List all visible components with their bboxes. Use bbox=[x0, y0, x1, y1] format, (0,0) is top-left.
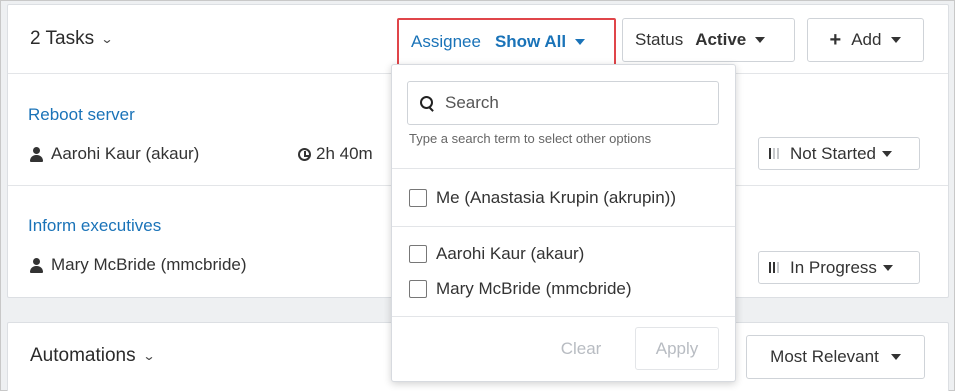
checkbox[interactable] bbox=[409, 245, 427, 263]
tasks-title: 2 Tasks bbox=[30, 28, 95, 49]
clock-icon bbox=[298, 147, 311, 161]
assignee-option[interactable]: Aarohi Kaur (akaur) bbox=[409, 244, 584, 264]
tasks-count-toggle[interactable]: 2 Tasks ⌄ bbox=[30, 28, 114, 50]
assignee-search-input[interactable] bbox=[445, 93, 705, 113]
status-filter-label: Status bbox=[635, 30, 684, 49]
search-hint: Type a search term to select other optio… bbox=[409, 131, 652, 146]
search-icon bbox=[420, 96, 434, 110]
task-assignee-name: Mary McBride (mmcbride) bbox=[51, 255, 247, 274]
assignee-search-box[interactable] bbox=[407, 81, 719, 125]
caret-down-icon bbox=[575, 39, 586, 45]
task-assignee: Aarohi Kaur (akaur) bbox=[30, 144, 199, 164]
task-title-link[interactable]: Inform executives bbox=[28, 216, 161, 236]
add-button[interactable]: + Add bbox=[807, 18, 924, 62]
assignee-option-me[interactable]: Me (Anastasia Krupin (akrupin)) bbox=[409, 188, 676, 208]
status-filter-value: Active bbox=[695, 30, 747, 49]
assignee-filter-value: Show All bbox=[494, 32, 567, 51]
task-assignee: Mary McBride (mmcbride) bbox=[30, 255, 247, 275]
status-bars-icon bbox=[769, 148, 779, 159]
automations-title: Automations bbox=[30, 345, 136, 366]
assignee-filter-label: Assignee bbox=[411, 32, 481, 51]
status-bars-icon bbox=[769, 262, 779, 273]
divider bbox=[392, 168, 735, 169]
checkbox[interactable] bbox=[409, 280, 427, 298]
plus-icon: + bbox=[829, 29, 842, 51]
caret-down-icon bbox=[891, 37, 902, 43]
sort-value: Most Relevant bbox=[770, 347, 879, 366]
clear-button[interactable]: Clear bbox=[543, 327, 619, 370]
user-icon bbox=[30, 257, 43, 273]
user-icon bbox=[30, 146, 43, 162]
task-time-value: 2h 40m bbox=[316, 144, 373, 163]
task-time: 2h 40m bbox=[298, 144, 373, 164]
task-status-value: In Progress bbox=[790, 257, 877, 277]
task-title-link[interactable]: Reboot server bbox=[28, 105, 135, 125]
task-status-dropdown[interactable]: In Progress bbox=[758, 251, 920, 284]
chevron-down-icon: ⌄ bbox=[100, 32, 114, 46]
automations-toggle[interactable]: Automations ⌄ bbox=[30, 345, 156, 367]
option-label: Me (Anastasia Krupin (akrupin)) bbox=[436, 188, 676, 207]
caret-down-icon bbox=[755, 37, 766, 43]
add-button-label: Add bbox=[851, 30, 882, 49]
task-status-dropdown[interactable]: Not Started bbox=[758, 137, 920, 170]
assignee-dropdown-menu: Type a search term to select other optio… bbox=[391, 64, 736, 382]
option-label: Mary McBride (mmcbride) bbox=[436, 279, 632, 298]
divider bbox=[392, 226, 735, 227]
caret-down-icon bbox=[890, 354, 901, 360]
app-frame: 2 Tasks ⌄ Assignee Show All Status Activ… bbox=[0, 0, 955, 391]
sort-dropdown[interactable]: Most Relevant bbox=[746, 335, 925, 379]
apply-button[interactable]: Apply bbox=[635, 327, 719, 370]
caret-down-icon bbox=[882, 150, 892, 157]
chevron-down-icon: ⌄ bbox=[142, 349, 156, 363]
status-filter-button[interactable]: Status Active bbox=[622, 18, 795, 62]
task-assignee-name: Aarohi Kaur (akaur) bbox=[51, 144, 200, 163]
divider bbox=[392, 316, 735, 317]
assignee-filter-button[interactable]: Assignee Show All bbox=[397, 18, 616, 66]
task-status-value: Not Started bbox=[790, 143, 876, 163]
checkbox[interactable] bbox=[409, 189, 427, 207]
assignee-option[interactable]: Mary McBride (mmcbride) bbox=[409, 279, 632, 299]
option-label: Aarohi Kaur (akaur) bbox=[436, 244, 585, 263]
caret-down-icon bbox=[882, 264, 893, 271]
